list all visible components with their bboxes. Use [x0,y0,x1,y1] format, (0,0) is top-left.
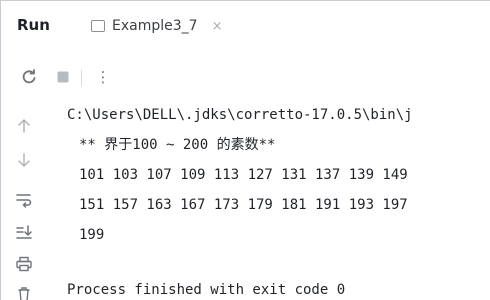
run-toolbar: ⋮ [1,57,490,95]
scroll-down-icon[interactable] [13,149,35,171]
close-tab-icon[interactable]: × [212,20,223,33]
trash-icon[interactable] [13,283,35,300]
toolbar-divider [81,70,82,86]
console-primes-row-1: 101 103 107 109 113 127 131 137 139 149 [79,167,408,183]
rerun-icon[interactable] [19,67,39,87]
console-output[interactable]: C:\Users\DELL\.jdks\corretto-17.0.5\bin\… [67,105,490,298]
run-header: Run [1,1,490,49]
print-icon[interactable] [13,253,35,275]
scroll-up-icon[interactable] [13,115,35,137]
console-exit-message: Process finished with exit code 0 [67,282,346,298]
more-options-icon[interactable]: ⋮ [93,67,113,87]
console-command-line: C:\Users\DELL\.jdks\corretto-17.0.5\bin\… [67,107,413,123]
tab-label: Example3_7 [112,18,198,34]
soft-wrap-icon[interactable] [13,189,35,211]
run-tool-window: Run Example3_7 × ⋮ C:\Users\DELL\.jdks\c… [0,0,490,300]
console-heading-line: ** 界于100 ~ 200 的素数** [79,137,276,153]
scroll-to-end-icon[interactable] [13,221,35,243]
console-primes-row-2: 151 157 163 167 173 179 181 191 193 197 [79,197,408,213]
console-tab-icon [91,20,105,32]
stop-icon[interactable] [53,67,73,87]
run-title: Run [17,16,50,34]
tab-example3-7[interactable]: Example3_7 × [77,9,236,43]
console-sidebar [1,101,49,300]
console-primes-row-3: 199 [79,227,105,243]
